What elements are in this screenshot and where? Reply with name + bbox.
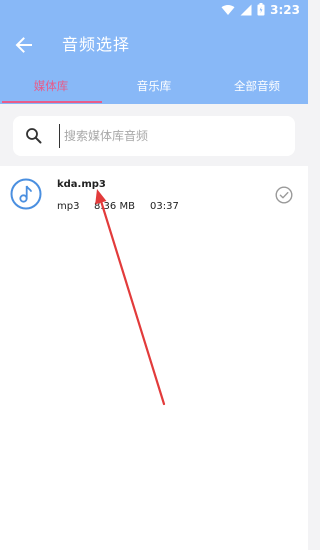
search-area (0, 104, 308, 166)
tab-media-library[interactable]: 媒体库 (0, 70, 102, 104)
back-button[interactable] (12, 33, 36, 57)
search-input[interactable] (59, 124, 288, 148)
select-check-icon[interactable] (275, 186, 293, 204)
tab-indicator (2, 101, 102, 103)
arrow-left-icon (12, 37, 36, 61)
tab-music-library[interactable]: 音乐库 (102, 70, 206, 104)
status-bar: 3:23 (0, 0, 308, 22)
file-duration: 03:37 (150, 201, 179, 212)
toolbar: 音频选择 (0, 24, 308, 66)
status-time: 3:23 (270, 3, 300, 17)
search-icon (25, 127, 43, 145)
page-title: 音频选择 (62, 35, 131, 54)
wifi-icon (221, 1, 235, 20)
file-size: 8.36 MB (94, 201, 135, 212)
audio-list: kda.mp3 mp3 8.36 MB 03:37 (0, 166, 308, 550)
music-note-icon (10, 178, 42, 210)
app-header: 3:23 音频选择 媒体库 音乐库 全部音频 (0, 0, 308, 104)
tab-bar: 媒体库 音乐库 全部音频 (0, 70, 308, 104)
file-name: kda.mp3 (57, 179, 106, 190)
signal-icon (240, 1, 252, 20)
battery-icon (257, 1, 265, 20)
list-item[interactable]: kda.mp3 mp3 8.36 MB 03:37 (0, 166, 308, 226)
status-icons: 3:23 (221, 2, 300, 18)
file-format: mp3 (57, 201, 80, 212)
search-box[interactable] (13, 116, 295, 156)
tab-all-audio[interactable]: 全部音频 (206, 70, 308, 104)
